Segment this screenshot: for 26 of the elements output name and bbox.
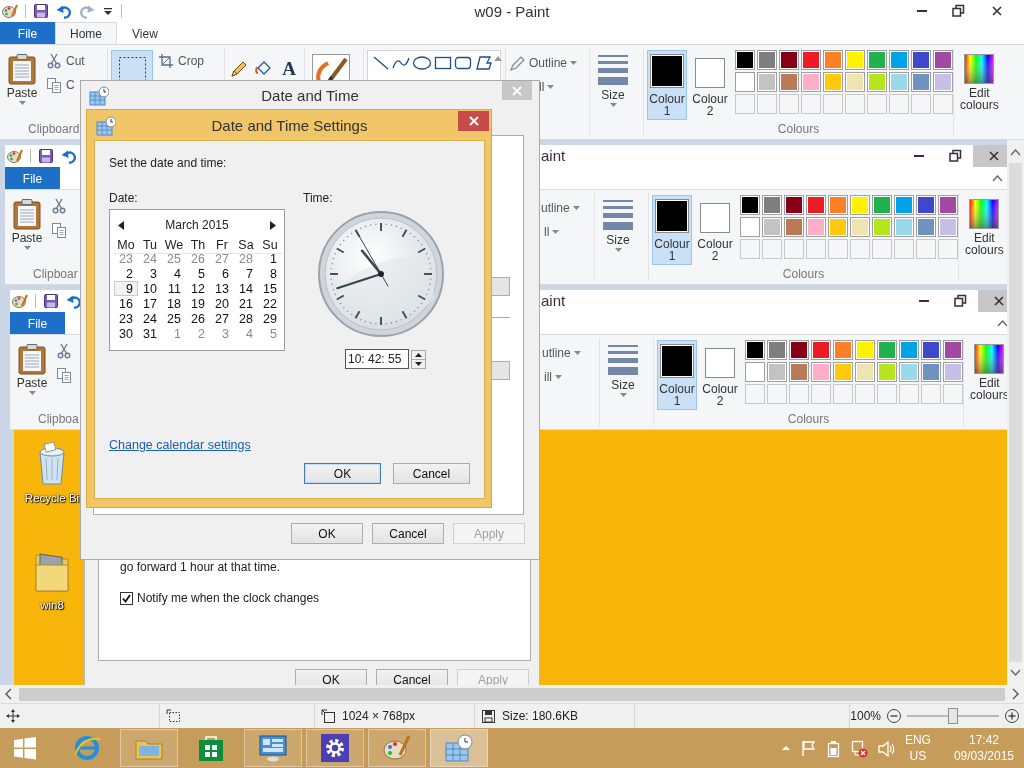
window-title: w09 - Paint bbox=[474, 2, 550, 20]
weekday-header: Th bbox=[186, 236, 210, 254]
group-label: Colours bbox=[781, 267, 826, 281]
group-label: Clipboard bbox=[27, 122, 81, 136]
description-text: go forward 1 hour at that time. bbox=[120, 560, 282, 574]
window-title: aint bbox=[541, 292, 566, 309]
weekday-header: Tu bbox=[138, 236, 162, 254]
canvas-dimensions: 1024 × 768px bbox=[342, 709, 416, 723]
weekday-header: We bbox=[162, 236, 186, 254]
field-label: Date: bbox=[109, 191, 139, 206]
group-label: Clipboar bbox=[32, 267, 79, 281]
dialog-title: Date and Time Settings bbox=[211, 116, 368, 134]
weekday-header: Sa bbox=[234, 236, 258, 254]
window-title: aint bbox=[541, 147, 566, 164]
month-title: March 2015 bbox=[165, 218, 229, 232]
zoom-level: 100% bbox=[850, 709, 881, 723]
weekday-header: Mo bbox=[114, 236, 138, 254]
field-label: Time: bbox=[303, 191, 334, 206]
group-label: Clipboa bbox=[37, 412, 80, 426]
instruction-text: Set the date and time: bbox=[109, 156, 228, 170]
group-label: Colours bbox=[776, 122, 821, 136]
weekday-header: Su bbox=[258, 236, 282, 254]
group-label: Colours bbox=[786, 412, 831, 426]
weekday-header: Fr bbox=[210, 236, 234, 254]
file-size: Size: 180.6KB bbox=[502, 709, 579, 723]
dialog-title: Date and Time bbox=[261, 86, 359, 104]
